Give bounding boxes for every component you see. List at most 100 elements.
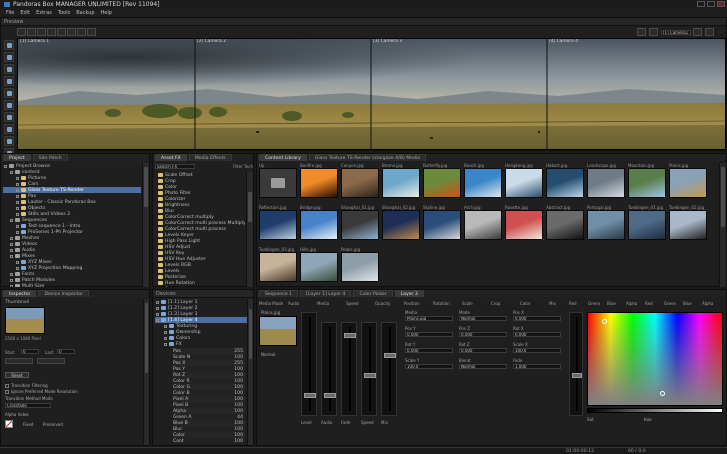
menu-item[interactable]: Backup [76, 10, 94, 16]
expand-icon[interactable] [10, 242, 13, 246]
media-thumbnail[interactable]: Shanghai_01.jpg [341, 205, 379, 243]
inspector-scrollbar[interactable] [143, 299, 149, 445]
media-thumbnail[interactable]: Hills.jpg [300, 247, 338, 285]
expand-icon[interactable] [10, 218, 13, 222]
scale-icon[interactable] [47, 28, 56, 36]
tab[interactable]: Layer 3 [394, 290, 424, 297]
tab[interactable]: Media Effects [188, 154, 232, 161]
expand-icon[interactable] [16, 206, 19, 210]
media-thumbnail[interactable]: Shanghai_02.jpg [382, 205, 420, 243]
param-value[interactable]: 100 [234, 391, 245, 396]
layer-field-input[interactable]: 100.0 [513, 348, 561, 353]
menu-item[interactable]: File [6, 10, 14, 16]
expand-icon[interactable] [164, 324, 167, 328]
up-folder-icon[interactable] [271, 178, 285, 188]
inspector-last-field[interactable]: 0 [57, 349, 75, 354]
fader-color-1[interactable] [569, 312, 583, 416]
layer-field-input[interactable]: Normal [459, 364, 507, 369]
fx-item[interactable]: Saturation [155, 286, 245, 288]
tab[interactable]: Content Library [259, 154, 307, 161]
snap-icon[interactable] [4, 88, 14, 98]
view-select[interactable]: [1] Camera1 [661, 29, 691, 35]
expand-icon[interactable] [10, 248, 13, 252]
tab[interactable]: Inspector [3, 290, 37, 297]
fader-speed[interactable] [361, 322, 377, 416]
fader-mix[interactable] [381, 322, 397, 416]
inspector-start-field[interactable]: 0 [21, 349, 39, 354]
fader-fade[interactable] [341, 322, 357, 416]
layers-icon[interactable] [4, 40, 14, 50]
media-thumbnail[interactable]: Landscape.jpg [587, 163, 625, 201]
expand-icon[interactable] [16, 176, 19, 180]
layer-field-input[interactable]: 0.000 [513, 316, 561, 321]
param-value[interactable]: 100 [234, 355, 245, 360]
expand-icon[interactable] [156, 300, 159, 304]
fx-item[interactable]: ColorCorrect multi process Multiply [155, 220, 245, 226]
layer-field-input[interactable]: Plains.jpg [405, 316, 453, 321]
snap-icon[interactable] [67, 28, 76, 36]
param-value[interactable]: 100 [234, 385, 245, 390]
rotate-icon[interactable] [37, 28, 46, 36]
tab[interactable]: Device Inspector [38, 290, 90, 297]
layer-field-input[interactable]: 0.000 [513, 332, 561, 337]
move-icon[interactable] [27, 28, 36, 36]
media-thumbnail[interactable]: Portugal.jpg [587, 205, 625, 243]
devices-scrollbar[interactable] [247, 299, 253, 445]
expand-icon[interactable] [16, 224, 19, 228]
param-value[interactable]: 100 [234, 427, 245, 432]
expand-icon[interactable] [164, 336, 167, 340]
gizmo-icon[interactable] [4, 100, 14, 110]
media-thumbnail[interactable]: Mountain.jpg [628, 163, 666, 201]
media-thumbnail[interactable]: Peaks.jpg [341, 247, 379, 285]
expand-icon[interactable] [16, 266, 19, 270]
expand-icon[interactable] [10, 278, 13, 282]
media-thumbnail[interactable]: Beach.jpg [464, 163, 502, 201]
param-value[interactable]: 100 [234, 379, 245, 384]
inspector-option-2[interactable]: Ignore Preferred Mode Resolution [5, 389, 78, 394]
param-value[interactable]: 100 [234, 403, 245, 408]
inspector-slider-2[interactable] [37, 358, 65, 364]
color-picker[interactable] [587, 312, 723, 406]
layer-field-input[interactable]: 0.000 [459, 332, 507, 337]
settings-icon[interactable] [693, 28, 702, 36]
media-thumbnail[interactable]: Hongkong.jpg [505, 163, 543, 201]
layer-field-input[interactable]: 1.000 [513, 364, 561, 369]
expand-icon[interactable] [16, 194, 19, 198]
tab[interactable]: Color Picker [353, 290, 393, 297]
media-thumbnail[interactable]: Reflection.jpg [259, 205, 297, 243]
media-thumbnail[interactable]: Plains.jpg [669, 163, 707, 201]
param-value[interactable]: 100 [234, 373, 245, 378]
fit-icon[interactable] [87, 28, 96, 36]
tab[interactable]: Project [3, 154, 31, 161]
param-value[interactable]: 100 [234, 421, 245, 426]
expand-icon[interactable] [4, 164, 7, 168]
expand-icon[interactable] [16, 182, 19, 186]
grid-icon[interactable] [77, 28, 86, 36]
tab[interactable]: Sequence 1 [259, 290, 299, 297]
pan-icon[interactable] [4, 64, 14, 74]
menu-item[interactable]: Help [101, 10, 112, 16]
camera-icon[interactable] [4, 112, 14, 122]
checkbox-icon[interactable] [5, 383, 9, 388]
media-thumbnail[interactable]: Up [259, 163, 297, 201]
inspector-mode-select[interactable]: Crossfade [5, 403, 51, 408]
tab[interactable]: Asset FX [155, 154, 187, 161]
light-icon[interactable] [4, 124, 14, 134]
expand-icon[interactable] [10, 236, 13, 240]
layout-icon[interactable] [649, 28, 658, 36]
move-icon[interactable] [4, 52, 14, 62]
expand-icon[interactable] [156, 306, 159, 310]
inspector-option-1[interactable]: Transition Filtering [5, 383, 48, 388]
param-value[interactable]: 100 [234, 409, 245, 414]
asset-filter-label[interactable]: Filter Tech [233, 164, 253, 169]
expand-icon[interactable] [156, 312, 159, 316]
layer-field-input[interactable]: 0.000 [405, 332, 453, 337]
param-value[interactable]: 100 [234, 433, 245, 438]
fader-level[interactable] [301, 312, 317, 416]
layer-field-input[interactable]: 0.000 [405, 348, 453, 353]
media-thumbnail[interactable]: Rosette.jpg [505, 205, 543, 243]
select-icon[interactable] [17, 28, 26, 36]
tab[interactable]: Site Patch [32, 154, 68, 161]
layer-field-input[interactable]: 100.0 [405, 364, 453, 369]
expand-icon[interactable] [16, 212, 19, 216]
